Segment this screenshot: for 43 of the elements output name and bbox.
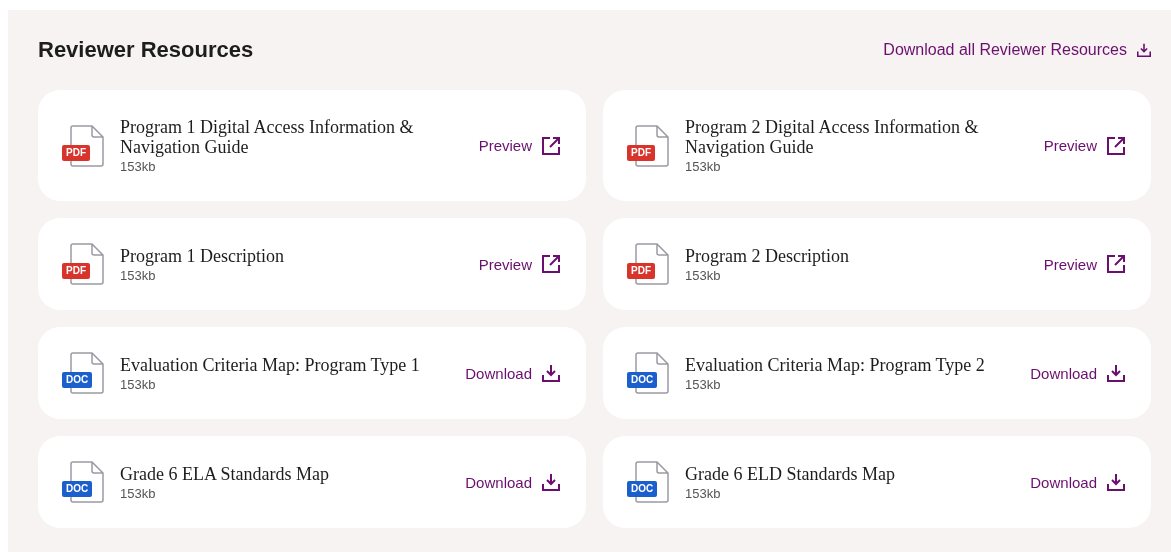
resource-name: Program 2 Description (685, 245, 850, 266)
external-link-icon (1107, 255, 1125, 273)
external-link-icon (542, 255, 560, 273)
file-size: 153kb (685, 159, 722, 174)
preview-link[interactable]: Preview (478, 255, 560, 273)
download-icon (1107, 364, 1125, 382)
file-size: 153kb (685, 267, 722, 283)
file-type-badge: PDF (627, 144, 655, 161)
resource-name: Program 1 Digital Access Information & Navigation Guide (120, 117, 415, 157)
file-type-badge: PDF (62, 144, 90, 161)
file-size: 153kb (685, 376, 722, 392)
download-icon (542, 364, 560, 382)
preview-link[interactable]: Preview (1043, 136, 1125, 155)
file-type-badge: PDF (627, 263, 655, 279)
resource-name: Grade 6 ELD Standards Map (685, 463, 896, 484)
file-type-badge: DOC (627, 372, 658, 388)
file-type-badge: DOC (62, 372, 93, 388)
resource-name: Program 1 Description (120, 245, 285, 266)
download-all-link[interactable]: Download all Reviewer Resources (883, 41, 1151, 59)
preview-link[interactable]: Preview (478, 136, 560, 155)
download-icon (1107, 473, 1125, 491)
file-size: 153kb (120, 267, 157, 283)
file-size: 153kb (120, 485, 157, 501)
file-size: 153kb (685, 485, 722, 501)
download-link[interactable]: Download (465, 364, 560, 382)
download-link[interactable]: Download (1030, 473, 1125, 491)
file-size: 153kb (120, 376, 157, 392)
file-size: 153kb (120, 159, 157, 174)
resource-name: Evaluation Criteria Map: Program Type 2 (685, 354, 986, 375)
download-icon (1137, 43, 1151, 57)
resource-name: Evaluation Criteria Map: Program Type 1 (120, 354, 421, 375)
resource-name: Grade 6 ELA Standards Map (120, 463, 330, 484)
external-link-icon (542, 136, 560, 155)
file-type-badge: DOC (627, 481, 658, 497)
file-type-badge: DOC (62, 481, 93, 497)
download-icon (542, 473, 560, 491)
file-type-badge: PDF (62, 263, 90, 279)
preview-link[interactable]: Preview (1043, 255, 1125, 273)
resource-name: Program 2 Digital Access Information & Navigation Guide (685, 117, 980, 157)
external-link-icon (1107, 136, 1125, 155)
download-link[interactable]: Download (465, 473, 560, 491)
download-link[interactable]: Download (1030, 364, 1125, 382)
section-title: Reviewer Resources (38, 37, 254, 63)
